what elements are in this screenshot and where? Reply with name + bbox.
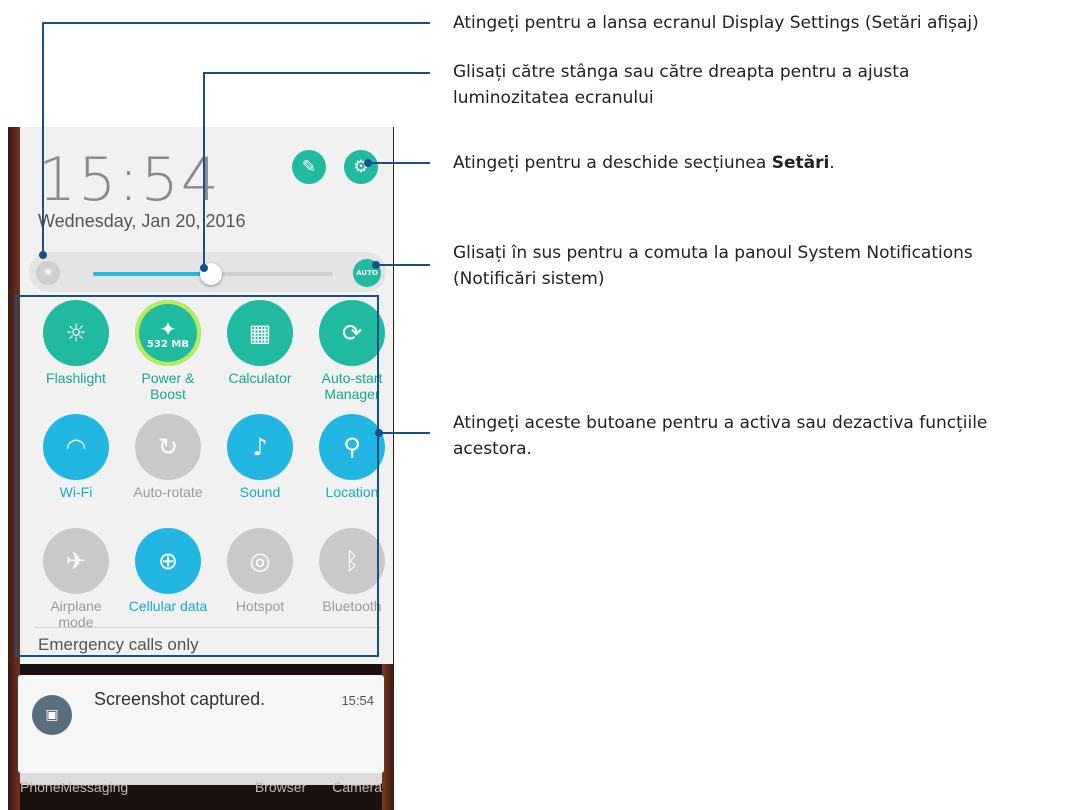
settings-button[interactable]: ⚙: [344, 150, 378, 184]
dock-camera[interactable]: Camera: [332, 779, 382, 799]
buttons-highlight-box: [15, 295, 379, 657]
annotation-settings-text: Atingeți pentru a deschide secțiunea: [453, 153, 772, 173]
annotation-settings: Atingeți pentru a deschide secțiunea Set…: [453, 150, 835, 176]
dock-phone[interactable]: Phone: [20, 779, 60, 799]
brightness-bar: ☀ AUTO: [29, 252, 386, 292]
annotation-notifications-line1: Glisați în sus pentru a comuta la panoul…: [453, 243, 973, 263]
gear-icon: ⚙: [353, 157, 369, 177]
dock-spacer: [128, 779, 255, 799]
annotation-settings-bold: Setări: [771, 153, 830, 173]
edit-notes-icon: ✎: [301, 157, 317, 177]
brightness-slider-fill: [93, 272, 211, 276]
brightness-low-icon: ☀: [36, 261, 60, 285]
edit-notes-button[interactable]: ✎: [292, 150, 326, 184]
annotation-brightness-line1: Glisați către stânga sau către dreapta p…: [453, 62, 910, 82]
annotation-settings-end: .: [829, 153, 835, 173]
dock-browser[interactable]: Browser: [255, 779, 306, 799]
annotation-notifications-line2: (Notificări sistem): [453, 269, 605, 289]
brightness-slider[interactable]: [93, 263, 333, 285]
annotation-buttons-line1: Atingeți aceste butoane pentru a activa …: [453, 413, 988, 433]
notification-time: 15:54: [341, 693, 374, 708]
annotation-buttons-line2: acestora.: [453, 439, 532, 459]
annotation-brightness-line2: luminozitatea ecranului: [453, 88, 654, 108]
dock-messaging[interactable]: Messaging: [60, 779, 128, 799]
date: Wednesday, Jan 20, 2016: [38, 211, 246, 231]
display-settings-button[interactable]: AUTO: [353, 259, 381, 287]
clock: 15:54: [38, 145, 221, 215]
brightness-slider-thumb[interactable]: [199, 263, 222, 285]
annotation-display-settings: Atingeți pentru a lansa ecranul Display …: [453, 13, 979, 33]
auto-brightness-icon: AUTO: [356, 269, 378, 277]
notification-text: Screenshot captured.: [94, 689, 266, 709]
image-icon: ▣: [32, 695, 72, 735]
notification-card[interactable]: ▣ Screenshot captured. 15:54: [18, 675, 384, 773]
dock: Phone Messaging Browser Camera: [20, 779, 382, 799]
